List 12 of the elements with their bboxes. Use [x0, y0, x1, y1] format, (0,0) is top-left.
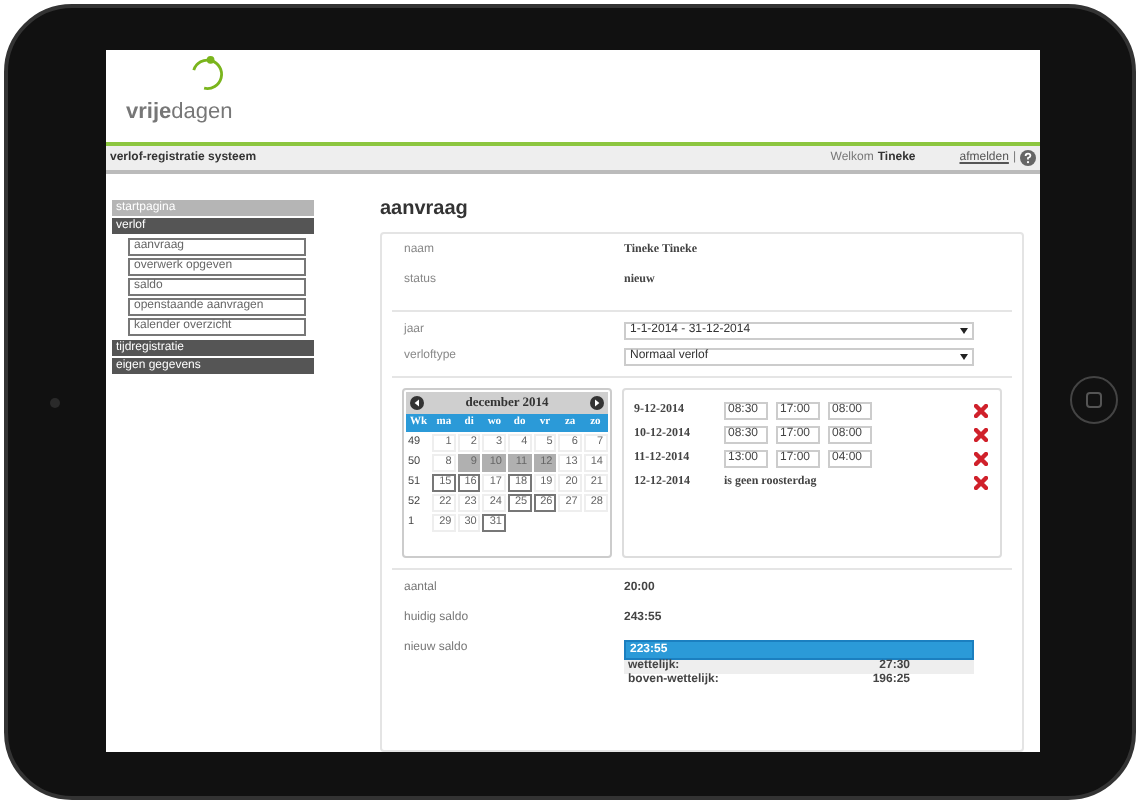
dropdown-arrow-icon — [960, 354, 968, 360]
logo: vrijedagen — [126, 100, 233, 124]
delete-icon[interactable] — [974, 403, 988, 417]
delete-icon[interactable] — [974, 451, 988, 465]
help-icon[interactable] — [1020, 150, 1036, 166]
dropdown-arrow-icon — [960, 328, 968, 334]
page-title: aanvraag — [380, 196, 470, 224]
delete-icon[interactable] — [974, 475, 988, 489]
previous-month-icon[interactable] — [410, 396, 424, 410]
next-month-icon[interactable] — [589, 396, 604, 410]
camera-icon — [50, 398, 60, 408]
delete-icon[interactable] — [974, 427, 988, 441]
